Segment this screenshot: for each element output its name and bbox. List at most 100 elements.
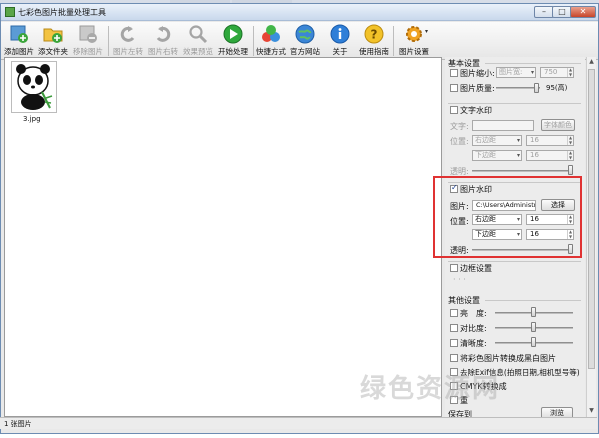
add-folder-label: 添文件夹 <box>38 47 68 56</box>
shortcut-button[interactable]: 快捷方式 <box>255 23 287 58</box>
text-vpos-value-num: 16 <box>530 151 539 159</box>
scrollbar-thumb[interactable] <box>588 69 595 369</box>
text-watermark-title: 文字水印 <box>460 106 492 115</box>
rotate-right-button[interactable]: 图片右转 <box>146 23 180 58</box>
website-label: 官方网站 <box>290 47 320 56</box>
settings-dropdown-icon[interactable]: ▾ <box>425 28 428 35</box>
about-label: 关于 <box>332 47 348 56</box>
site-watermark: 绿色资源网 <box>360 374 501 404</box>
scroll-down-icon[interactable]: ▼ <box>588 407 595 415</box>
rotate-right-label: 图片右转 <box>148 47 178 56</box>
start-label: 开始处理 <box>218 47 248 56</box>
quality-label: 图片质量: <box>460 84 495 93</box>
add-image-button[interactable]: 添加图片 <box>3 23 35 58</box>
quality-value: 95(高) <box>546 84 568 92</box>
remove-image-label: 移除图片 <box>73 47 103 56</box>
guide-label: 使用指南 <box>359 47 389 56</box>
shrink-mode-select[interactable]: 图片宽: ▾ <box>496 67 536 78</box>
close-button[interactable]: ✕ <box>570 6 596 18</box>
website-button[interactable]: 官方网站 <box>289 23 321 58</box>
quality-slider-knob[interactable] <box>534 83 539 93</box>
sharpness-checkbox[interactable] <box>450 339 458 347</box>
add-image-label: 添加图片 <box>4 47 34 56</box>
scroll-up-icon[interactable]: ▲ <box>588 58 595 66</box>
text-hpos-select[interactable]: 右边距 ▾ <box>472 135 522 146</box>
settings-label: 图片设置 <box>399 47 429 56</box>
gear-icon <box>406 26 422 42</box>
play-icon <box>223 24 243 44</box>
image-thumbnail[interactable] <box>11 61 57 113</box>
brightness-label: 亮 度: <box>460 309 487 318</box>
brightness-slider-knob[interactable] <box>531 307 536 317</box>
sharpness-slider-knob[interactable] <box>531 337 536 347</box>
image-watermark-highlight <box>433 176 582 258</box>
spinner-icon: ▲ ▼ <box>567 150 573 160</box>
group-line <box>485 300 581 301</box>
chevron-down-icon: ▾ <box>530 69 534 76</box>
remove-image-icon <box>79 25 97 43</box>
chevron-down-icon: ▾ <box>516 137 520 144</box>
text-hpos-input[interactable]: 16 ▲ ▼ <box>526 135 574 146</box>
svg-text:?: ? <box>371 28 378 42</box>
spinner-icon: ▲ ▼ <box>567 135 573 145</box>
guide-button[interactable]: ? 使用指南 <box>357 23 391 58</box>
add-folder-button[interactable]: 添文件夹 <box>37 23 69 58</box>
brightness-checkbox[interactable] <box>450 309 458 317</box>
contrast-slider-knob[interactable] <box>531 322 536 332</box>
shrink-label: 图片缩小: <box>460 69 495 78</box>
group-line <box>448 103 581 104</box>
add-folder-icon <box>43 28 63 43</box>
sharpness-label: 清晰度: <box>460 339 487 348</box>
text-hpos-value: 右边距 <box>475 136 496 144</box>
text-label: 文字: <box>450 122 469 131</box>
about-button[interactable]: 关于 <box>327 23 353 58</box>
toolbar-separator <box>393 26 394 56</box>
border-collapsed-dots: · · · <box>453 275 466 284</box>
text-vpos-value: 下边距 <box>475 151 496 159</box>
text-alpha-slider-knob[interactable] <box>568 165 573 175</box>
shortcut-icon <box>262 25 280 42</box>
shrink-value: 750 <box>544 68 558 76</box>
text-vpos-select[interactable]: 下边距 ▾ <box>472 150 522 161</box>
text-hpos-value-num: 16 <box>530 136 539 144</box>
image-count-text: 1 张图片 <box>4 420 32 428</box>
maximize-button[interactable]: □ <box>552 6 572 18</box>
rotate-left-button[interactable]: 图片左转 <box>111 23 145 58</box>
text-watermark-checkbox[interactable] <box>450 106 458 114</box>
shortcut-label: 快捷方式 <box>256 47 286 56</box>
border-checkbox[interactable] <box>450 264 458 272</box>
text-vpos-input[interactable]: 16 ▲ ▼ <box>526 150 574 161</box>
thumbnail-filename: 3.jpg <box>23 115 41 123</box>
preview-label: 效果预览 <box>183 47 213 56</box>
minimize-button[interactable]: – <box>534 6 554 18</box>
panel-scrollbar[interactable]: ▲ ▼ <box>586 57 596 417</box>
rotate-left-label: 图片左转 <box>113 47 143 56</box>
app-icon <box>5 7 15 17</box>
quality-checkbox[interactable] <box>450 84 458 92</box>
shrink-value-input[interactable]: 750 ▲ ▼ <box>540 67 574 78</box>
shrink-mode-value: 图片宽: <box>499 68 523 76</box>
globe-icon <box>295 24 315 44</box>
group-line <box>485 63 581 64</box>
remove-image-button[interactable]: 移除图片 <box>71 23 105 58</box>
group-line <box>448 261 581 262</box>
start-button[interactable]: 开始处理 <box>216 23 250 58</box>
grayscale-label: 将彩色图片转换成黑白图片 <box>460 354 556 363</box>
font-color-button[interactable]: 字体颜色 <box>541 119 575 131</box>
other-settings-title: 其他设置 <box>448 296 480 305</box>
rotate-left-icon <box>120 26 135 42</box>
image-list-area[interactable]: 3.jpg <box>4 57 442 417</box>
text-alpha-slider-track[interactable] <box>472 170 572 172</box>
toolbar-separator <box>253 26 254 56</box>
shrink-checkbox[interactable] <box>450 69 458 77</box>
contrast-label: 对比度: <box>460 324 487 333</box>
title-bar: 七彩色图片批量处理工具 – □ ✕ <box>1 4 598 21</box>
panda-image <box>16 64 53 110</box>
text-input[interactable] <box>472 120 534 131</box>
info-icon <box>330 24 350 44</box>
grayscale-checkbox[interactable] <box>450 354 458 362</box>
magnifier-icon <box>189 25 208 44</box>
preview-button[interactable]: 效果预览 <box>181 23 215 58</box>
chevron-down-icon: ▾ <box>516 152 520 159</box>
contrast-checkbox[interactable] <box>450 324 458 332</box>
